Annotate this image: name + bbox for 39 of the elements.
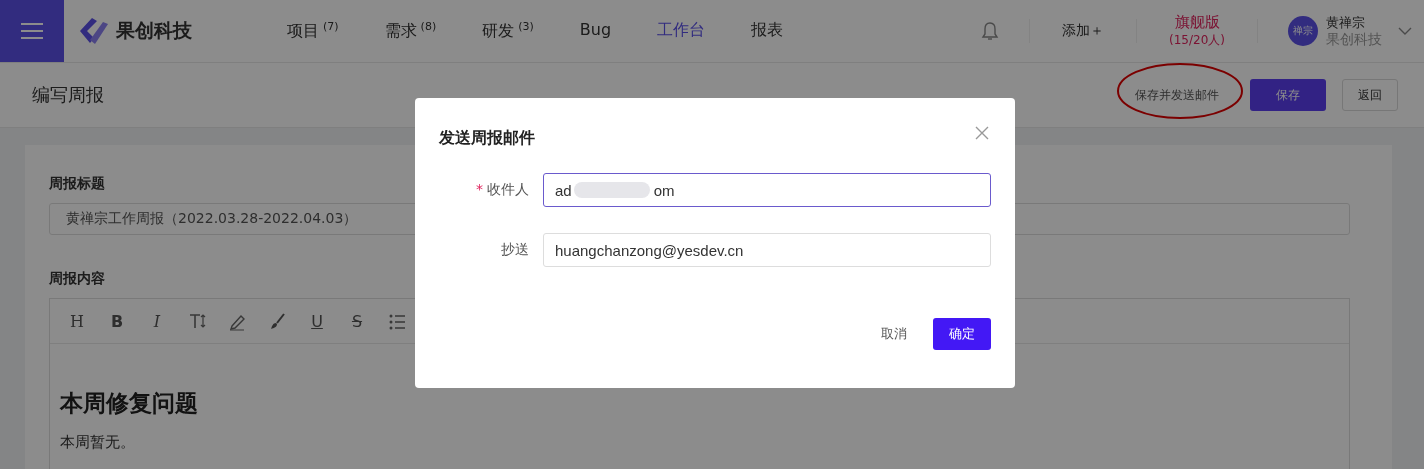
menu-button[interactable]	[0, 0, 64, 62]
user-avatar[interactable]: 禅宗	[1288, 16, 1318, 46]
content-heading: 本周修复问题	[60, 389, 199, 418]
user-name: 黄禅宗	[1326, 14, 1366, 31]
field-label: * 收件人	[475, 181, 530, 199]
nav-tab[interactable]: 报表	[751, 19, 784, 43]
back-button[interactable]: 返回	[1342, 79, 1398, 111]
cancel-button[interactable]: 取消	[869, 317, 919, 351]
nav-tab[interactable]: 项目 $^{(7)}$	[287, 19, 339, 43]
text-size-icon[interactable]	[188, 311, 206, 331]
brush-icon[interactable]	[268, 311, 286, 331]
toolbar-button[interactable]: I	[148, 311, 166, 331]
close-icon[interactable]	[975, 125, 989, 140]
field-label: 周报内容	[49, 270, 105, 288]
nav-tab[interactable]: Bug	[579, 19, 612, 43]
content-text: 本周暂无。	[60, 433, 136, 452]
input-field[interactable]: huangchanzong@yesdev.cn	[543, 233, 991, 267]
chevron-down-icon[interactable]	[1398, 27, 1412, 35]
seat-count: (15/20人)	[1169, 32, 1225, 49]
page-title: 编写周报	[32, 83, 105, 107]
plan-name: 旗舰版	[1174, 13, 1220, 32]
toolbar-button[interactable]: H	[68, 311, 86, 331]
toolbar-button[interactable]: B	[108, 311, 126, 331]
input-field[interactable]: ad om	[543, 173, 991, 207]
nav-tab[interactable]: 工作台	[657, 19, 706, 43]
confirm-button[interactable]: 确定	[933, 318, 991, 350]
nav-tab[interactable]: 研发 $^{(3)}$	[482, 19, 534, 43]
logo-icon	[78, 16, 110, 46]
add-link[interactable]: 添加＋	[1030, 22, 1137, 40]
nav-tab[interactable]: 需求 $^{(8)}$	[384, 19, 437, 43]
toolbar-button[interactable]: S	[348, 311, 366, 331]
bell-icon[interactable]	[981, 21, 1000, 41]
toolbar-button[interactable]: U	[308, 311, 326, 331]
brand-name: 果创科技	[116, 18, 192, 43]
field-label: 周报标题	[49, 175, 105, 193]
dialog-title: 发送周报邮件	[439, 128, 535, 149]
field-label: 抄送	[500, 241, 530, 259]
menu-icon	[21, 22, 43, 40]
save-button[interactable]: 保存	[1250, 79, 1326, 111]
